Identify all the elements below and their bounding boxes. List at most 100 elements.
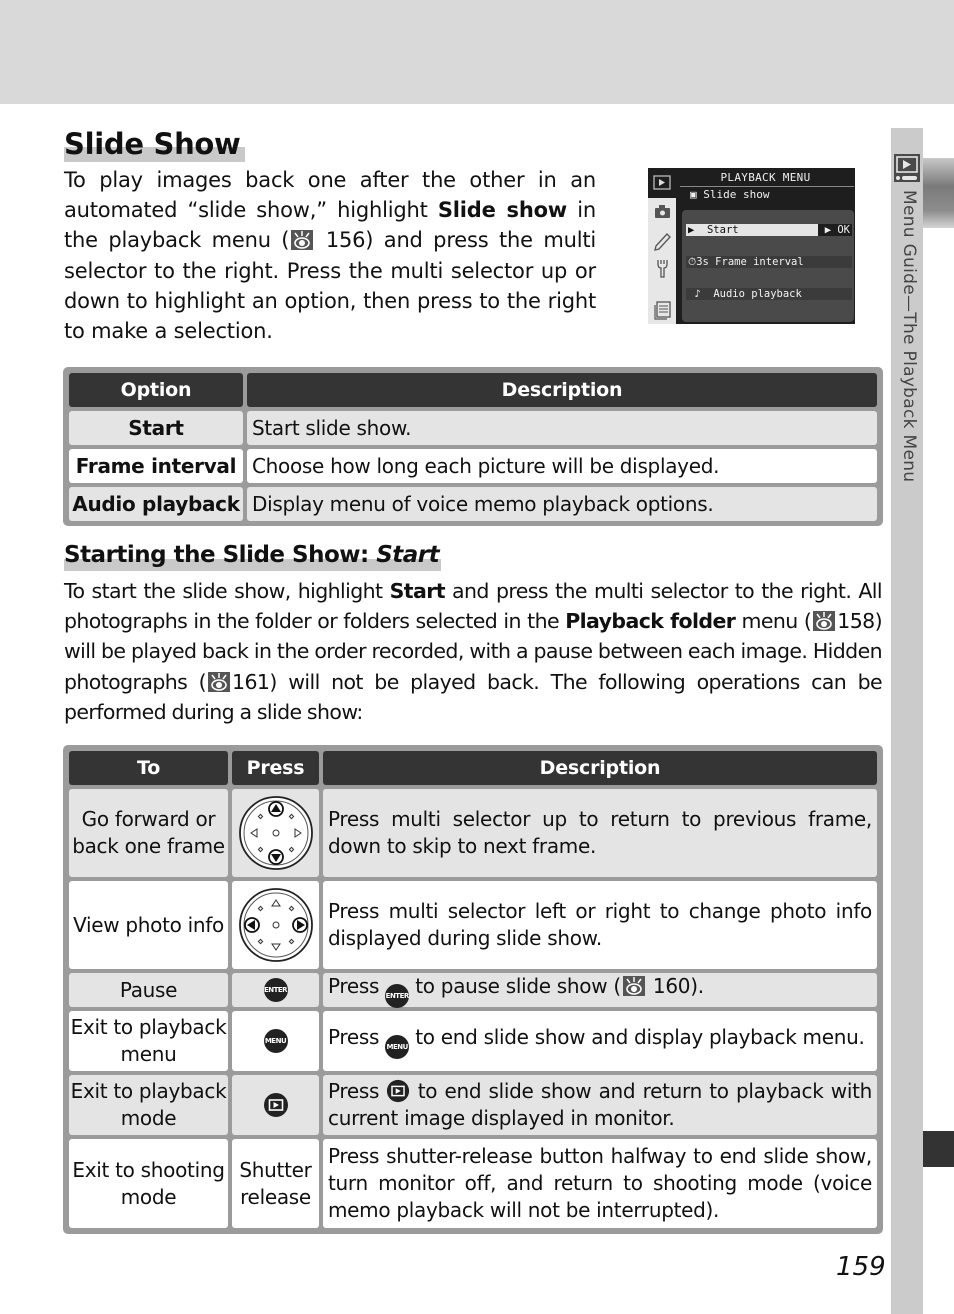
multi-selector-left-right-icon <box>238 888 313 962</box>
options-table: Option Description Start Start slide sho… <box>63 367 883 526</box>
playback-icon <box>653 175 671 190</box>
enter-button-icon: ENTER <box>385 983 409 1008</box>
page-title: Slide Show <box>64 126 245 162</box>
header-option: Option <box>69 373 243 407</box>
description-text: Press shutter-release button halfway to … <box>328 1144 872 1222</box>
multi-selector-up-down-icon <box>238 796 313 870</box>
header-description: Description <box>323 751 877 785</box>
camera-item-label: Start <box>706 224 739 236</box>
press-cell: ENTER <box>232 973 319 1007</box>
camera-icon <box>655 205 670 218</box>
page-number: 159 <box>836 1252 886 1282</box>
camera-menu-screenshot: PLAYBACK MENU ▣ Slide show ▶ Start ▶ OK ⏱… <box>648 168 855 324</box>
option-cell: Frame interval <box>69 449 243 483</box>
subsection-title-italic: Start <box>376 542 440 568</box>
press-text: Shutter release <box>239 1157 312 1209</box>
header-band <box>0 0 954 104</box>
to-cell: Exit to playback mode <box>69 1075 228 1135</box>
pencil-icon <box>654 233 671 251</box>
to-text: Go forward or back one frame <box>72 807 225 858</box>
description-text: Press to end slide show and return to pl… <box>328 1078 872 1132</box>
camera-menu-item-start[interactable]: ▶ Start ▶ OK <box>686 224 852 236</box>
desc-part: ). <box>690 973 704 998</box>
camera-menu-item-frame-interval[interactable]: ⏱3s Frame interval <box>686 256 852 268</box>
body-bold: Start <box>389 579 446 603</box>
camera-nav-column <box>648 168 678 324</box>
to-text: Exit to playback menu <box>70 1015 227 1066</box>
camera-menu-item-audio-playback[interactable]: ♪ Audio playback <box>686 288 852 300</box>
playback-button-icon <box>387 1079 410 1103</box>
camera-menu-rule <box>680 186 854 187</box>
body-ref-page[interactable]: 158 <box>837 609 875 633</box>
reference-eye-icon <box>208 671 231 692</box>
description-text: Press ENTER to pause slide show ( 160). <box>328 973 872 1008</box>
desc-ref-page[interactable]: 160 <box>653 974 691 998</box>
description-text: Press multi selector left or right to ch… <box>328 899 872 950</box>
camera-item-label: Audio playback <box>713 288 802 300</box>
header-press: Press <box>232 751 319 785</box>
menu-button-icon: MENU <box>385 1034 410 1059</box>
description-cell: Press multi selector up to return to pre… <box>323 789 877 877</box>
to-cell: View photo info <box>69 881 228 969</box>
press-cell <box>232 789 319 877</box>
to-text: View photo info <box>73 912 224 937</box>
desc-part: to end slide show and return to playback… <box>328 1079 872 1130</box>
intro-ref-page[interactable]: 156 <box>326 228 366 252</box>
header-to: To <box>69 751 228 785</box>
slide-show-icon: ▣ <box>690 188 704 201</box>
press-cell: MENU <box>232 1011 319 1071</box>
side-thumb-block <box>923 1131 954 1167</box>
timer-icon: ⏱3s <box>688 256 709 268</box>
desc-part: Press <box>328 1079 387 1103</box>
playback-icon <box>893 153 921 183</box>
wrench-icon <box>657 260 668 278</box>
description-cell: Display menu of voice memo playback opti… <box>247 487 877 521</box>
description-cell: Press MENU to end slide show and display… <box>323 1011 877 1071</box>
ok-indicator: ▶ OK <box>818 224 852 236</box>
subsection-title: Starting the Slide Show: Start <box>64 539 442 571</box>
header-description: Description <box>247 373 877 407</box>
option-cell: Audio playback <box>69 487 243 521</box>
desc-part: to pause slide show ( <box>409 973 621 998</box>
option-cell: Start <box>69 411 243 445</box>
press-cell <box>232 881 319 969</box>
camera-menu-body: PLAYBACK MENU ▣ Slide show ▶ Start ▶ OK ⏱… <box>676 168 855 324</box>
enter-button-icon: ENTER <box>263 978 288 1002</box>
body-text: To start the slide show, highlight <box>64 579 390 603</box>
camera-menu-subtitle: ▣ Slide show <box>690 188 769 201</box>
reference-eye-icon <box>622 975 645 996</box>
description-cell: Start slide show. <box>247 411 877 445</box>
operations-table: To Press Description Go forward or back … <box>63 745 883 1234</box>
menu-list-icon <box>654 301 671 320</box>
subsection-title-text: Starting the Slide Show: <box>64 542 377 568</box>
intro-bold-slide-show: Slide show <box>437 198 568 223</box>
menu-button-icon: MENU <box>263 1029 288 1053</box>
description-cell: Press to end slide show and return to pl… <box>323 1075 877 1135</box>
description-cell: Press multi selector left or right to ch… <box>323 881 877 969</box>
to-cell: Go forward or back one frame <box>69 789 228 877</box>
press-cell: Shutter release <box>232 1139 319 1228</box>
playback-button-icon <box>263 1093 288 1117</box>
desc-part: to end slide show and display playback m… <box>409 1024 865 1049</box>
reference-eye-icon <box>291 230 314 251</box>
reference-eye-icon <box>813 611 836 632</box>
camera-menu-subtitle-text: Slide show <box>703 188 770 201</box>
camera-item-label: Frame interval <box>715 256 804 268</box>
body-bold: Playback folder <box>565 609 736 634</box>
to-cell: Exit to playback menu <box>69 1011 228 1071</box>
side-tab-label: Menu Guide—The Playback Menu <box>899 190 919 483</box>
camera-menu-title: PLAYBACK MENU <box>720 171 811 184</box>
press-cell <box>232 1075 319 1135</box>
to-cell: Pause <box>69 973 228 1007</box>
description-cell: Press shutter-release button halfway to … <box>323 1139 877 1228</box>
body-text: menu ( <box>735 609 812 634</box>
body-ref-page[interactable]: 161 <box>232 670 270 694</box>
music-note-icon: ♪ <box>694 288 701 300</box>
description-cell: Press ENTER to pause slide show ( 160). <box>323 973 877 1008</box>
subsection-paragraph: To start the slide show, highlight Start… <box>64 576 883 727</box>
description-text: Press MENU to end slide show and display… <box>328 1024 872 1059</box>
to-text: Pause <box>119 977 178 1002</box>
play-icon: ▶ <box>688 224 695 236</box>
description-cell: Choose how long each picture will be dis… <box>247 449 877 483</box>
desc-part: Press <box>328 973 386 998</box>
